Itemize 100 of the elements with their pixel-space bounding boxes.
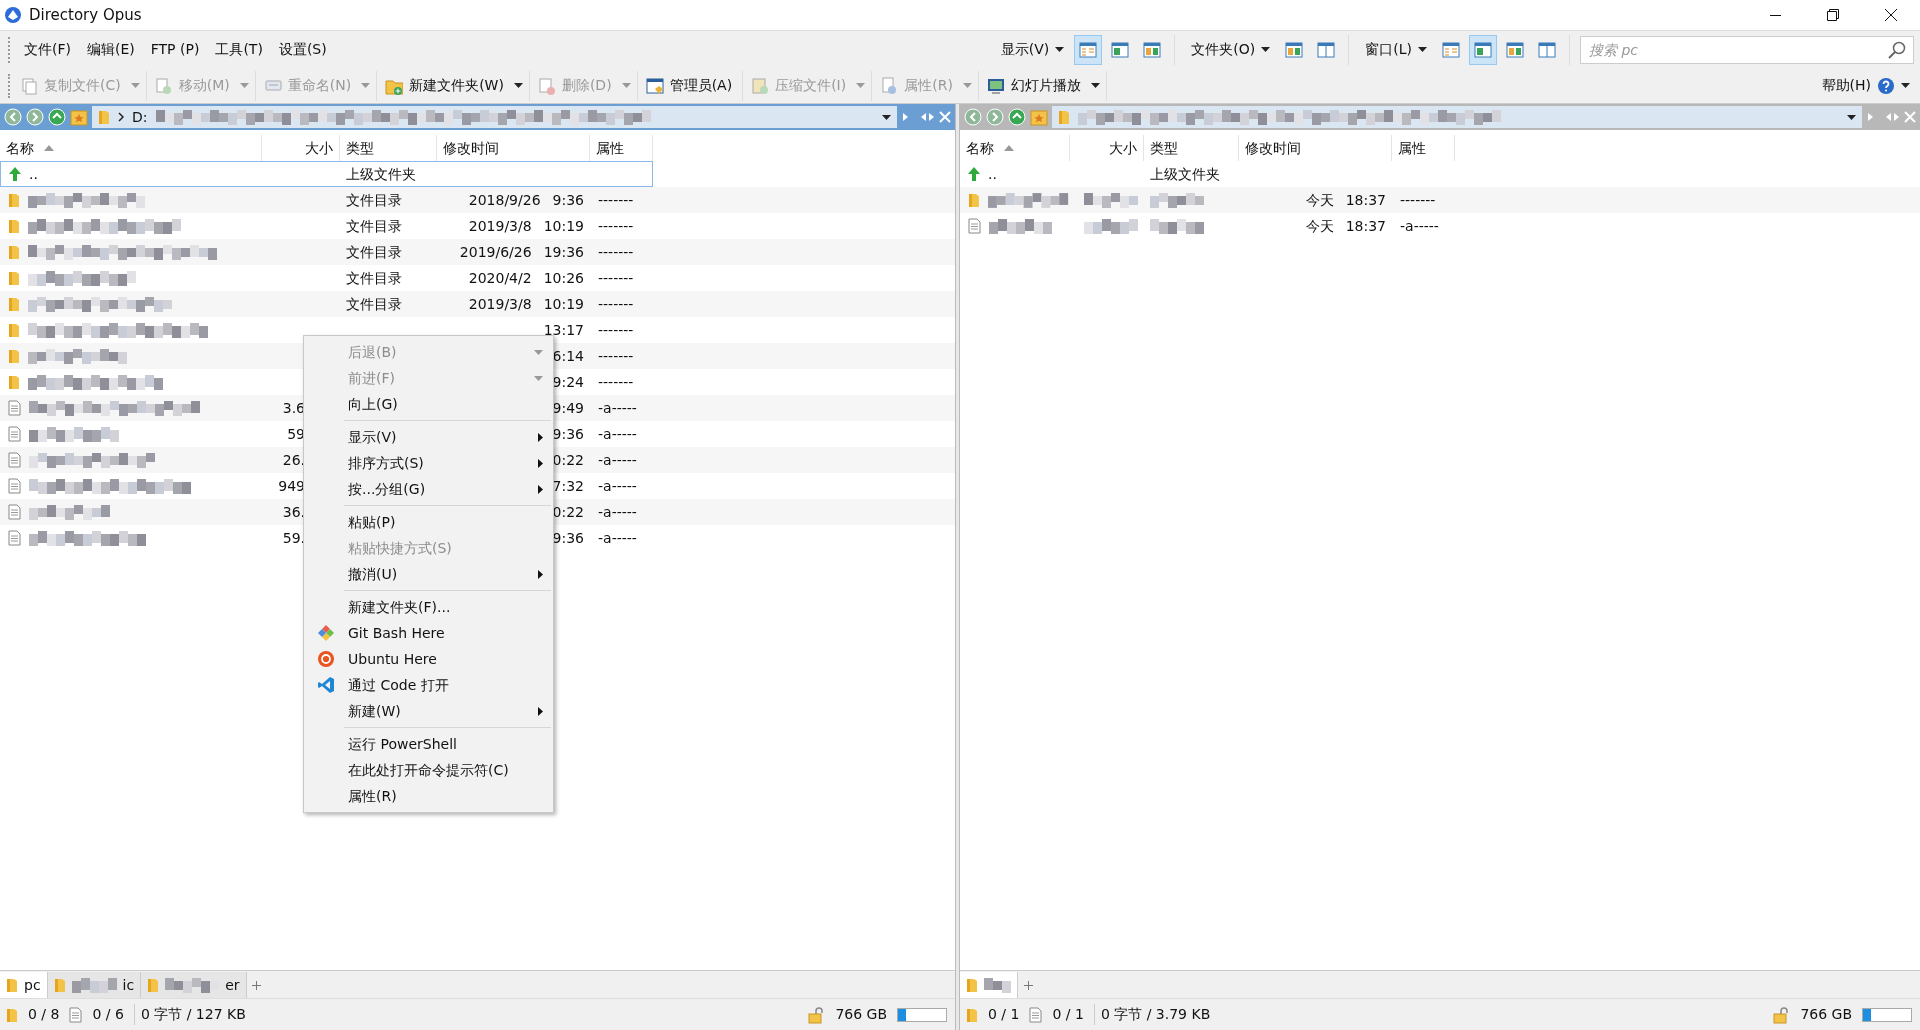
menu-item[interactable]: 新建(W) [304, 698, 553, 724]
caret-icon [1090, 83, 1100, 88]
menu-item[interactable]: 排序方式(S) [304, 450, 553, 476]
path-field[interactable] [1052, 106, 1862, 128]
close-icon[interactable] [939, 111, 951, 123]
caret-icon [513, 83, 523, 88]
file-type: 上级文件夹 [1150, 165, 1220, 182]
column-header[interactable]: 修改时间 [1239, 135, 1392, 161]
menu-item[interactable]: Ubuntu Here [304, 646, 553, 672]
column-header[interactable]: 名称 [960, 135, 1070, 161]
pixelated-name [1150, 217, 1204, 235]
folder-icon [6, 1006, 18, 1023]
dropdown-button[interactable]: 文件夹(O) [1185, 34, 1277, 65]
menu-item[interactable]: 运行 PowerShell [304, 731, 553, 757]
menu-item[interactable]: 撤消(U) [304, 561, 553, 587]
column-header[interactable]: 属性 [1392, 135, 1455, 161]
close-icon[interactable] [1904, 111, 1916, 123]
plus-icon [1023, 980, 1033, 990]
file-attributes: ------- [598, 269, 634, 286]
modified-time: 18:37 [1345, 190, 1386, 210]
folder-icon [8, 322, 20, 338]
toolbar-button[interactable]: 幻灯片播放 [982, 70, 1085, 101]
modified-date: 2019/3/8 [468, 216, 532, 236]
menu-item[interactable]: 在此处打开命令提示符(C) [304, 757, 553, 783]
back-icon[interactable] [964, 108, 982, 126]
column-header[interactable]: 类型 [340, 135, 437, 161]
forward-icon[interactable] [26, 108, 44, 126]
view-layout-icon [1538, 41, 1556, 58]
menu-bar-item[interactable]: 编辑(E) [79, 35, 143, 64]
file-icon [1029, 1006, 1043, 1023]
menu-item[interactable]: 向上(G) [304, 391, 553, 417]
modified-date: 2018/9/26 [468, 190, 541, 210]
menu-item[interactable]: 按...分组(G) [304, 476, 553, 502]
view-button[interactable] [1074, 34, 1103, 65]
dropdown-button[interactable]: 窗口(L) [1359, 34, 1433, 65]
folder-tab[interactable]: pc [0, 972, 48, 998]
sort-ascending-icon [44, 145, 54, 151]
modified-time: 10:26 [543, 268, 584, 288]
pane-arrows-icon[interactable] [901, 111, 935, 123]
folder-icon [8, 348, 20, 364]
free-space: 766 GB [1800, 1005, 1852, 1024]
menu-item[interactable]: 属性(R) [304, 783, 553, 809]
search-icon [1888, 40, 1906, 59]
menu-item[interactable]: 粘贴(P) [304, 509, 553, 535]
caret-icon [621, 83, 631, 88]
file-icon [8, 426, 21, 442]
path-field[interactable]: D: [92, 106, 897, 128]
column-header[interactable]: 修改时间 [437, 135, 590, 161]
view-button[interactable] [1469, 34, 1497, 65]
folder-tab[interactable]: ic [47, 972, 142, 998]
back-icon[interactable] [4, 108, 22, 126]
folder-tab[interactable]: er [141, 972, 247, 998]
forward-icon[interactable] [986, 108, 1004, 126]
file-name: .. [988, 164, 997, 184]
file-icon [968, 218, 981, 234]
help-button[interactable]: 帮助(H) [1815, 70, 1901, 101]
file-attributes: ------- [1400, 191, 1436, 208]
folder-tab[interactable] [960, 972, 1018, 998]
dropdown-button[interactable]: 显示(V) [994, 34, 1071, 65]
pane-arrows-icon[interactable] [1866, 111, 1900, 123]
toolbar-button[interactable]: 新建文件夹(W) [381, 70, 508, 101]
folder-icon [966, 977, 978, 993]
folder-icon [6, 977, 18, 993]
up-icon[interactable] [48, 108, 66, 126]
caret-icon [1055, 47, 1065, 52]
column-header[interactable]: 属性 [590, 135, 653, 161]
code-editor-icon [317, 676, 335, 694]
toolbar-button[interactable]: 管理员(A) [641, 70, 737, 101]
sort-ascending-icon [1004, 145, 1014, 151]
menu-bar-item[interactable]: FTP (P) [142, 35, 208, 64]
file-size: 26. [282, 450, 305, 470]
caret-icon [534, 349, 543, 355]
modified-time: 10:19 [543, 294, 584, 314]
search-field[interactable]: 搜索 pc [1580, 35, 1914, 64]
folder-icon [8, 296, 20, 312]
menu-item[interactable]: 显示(V) [304, 424, 553, 450]
favorites-icon[interactable] [70, 108, 88, 126]
focused-row[interactable]: .. 上级文件夹 [0, 161, 653, 187]
up-icon[interactable] [1008, 108, 1026, 126]
caret-icon [239, 83, 249, 88]
menu-bar-item[interactable]: 工具(T) [207, 35, 271, 64]
column-header[interactable]: 类型 [1144, 135, 1239, 161]
menu-item[interactable]: Git Bash Here [304, 620, 553, 646]
toolbar-icon [986, 76, 1005, 95]
pixelated-name [989, 217, 1055, 235]
menu-bar-item[interactable]: 设置(S) [270, 35, 335, 64]
file-size: 59. [282, 528, 305, 548]
pixelated-name [984, 976, 1011, 994]
menu-item[interactable]: 通过 Code 打开 [304, 672, 553, 698]
modified-time: 9:49 [552, 398, 584, 418]
folder-icon [8, 374, 20, 390]
file-type: 文件目录 [346, 295, 402, 312]
column-header[interactable]: 大小 [262, 135, 340, 161]
size-summary: 0 字节 / 3.79 KB [1093, 1004, 1211, 1025]
menu-item[interactable]: 新建文件夹(F)... [304, 594, 553, 620]
favorites-icon[interactable] [1030, 108, 1048, 126]
menu-bar-item[interactable]: 文件(F) [16, 35, 79, 64]
column-header[interactable]: 大小 [1070, 135, 1144, 161]
column-header[interactable]: 名称 [0, 135, 262, 161]
modified-time: 18:37 [1345, 216, 1386, 236]
